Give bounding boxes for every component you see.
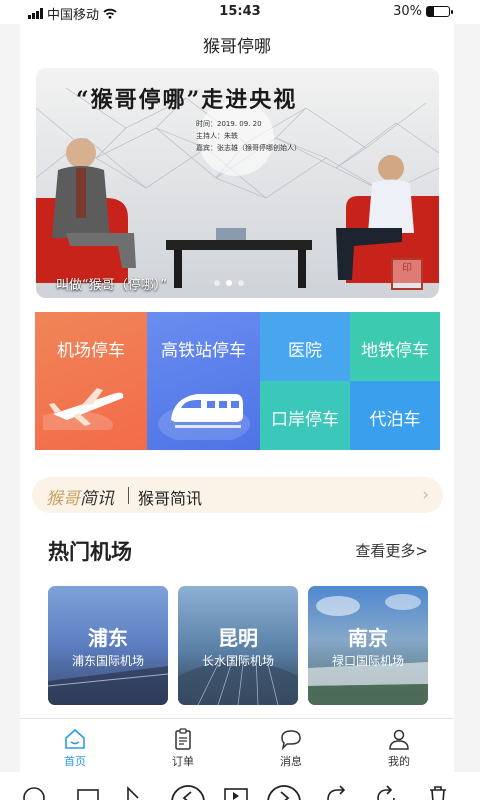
carousel-dots[interactable] (214, 280, 244, 286)
high-speed-train-icon (158, 394, 250, 440)
metro-parking-label: 地铁停车 (361, 341, 429, 361)
airport-parking-label: 机场停车 (57, 341, 125, 361)
clipboard-icon (175, 728, 191, 750)
news-brand-part2: 简讯 (80, 489, 114, 509)
carousel-dot[interactable] (226, 280, 232, 286)
hospital-parking-tile[interactable]: 医院 (260, 312, 350, 381)
news-text: 猴哥简讯 (138, 489, 203, 508)
seal-stamp: 印 (391, 258, 423, 290)
airport-city: 昆明 (218, 626, 258, 650)
bottom-tab-bar: 首页 订单 消息 我的 (20, 718, 454, 772)
banner-meta-line: 时间：2019. 09. 20 (196, 120, 262, 128)
back-icon[interactable] (170, 784, 206, 800)
airport-parking-tile[interactable]: 机场停车 (35, 312, 147, 450)
port-parking-tile[interactable]: 口岸停车 (260, 381, 350, 450)
airplane-icon (43, 388, 124, 430)
play-icon[interactable] (222, 784, 250, 800)
valet-parking-label: 代泊车 (369, 410, 421, 430)
banner-carousel[interactable]: “猴哥停哪”走进央视 时间：2019. 09. 20 主持人：朱轶 嘉宾：张志雄… (36, 68, 439, 298)
banner-headline: “猴哥停哪”走进央视 (76, 87, 298, 113)
banner-meta-line: 主持人：朱轶 (196, 132, 238, 140)
tab-home[interactable]: 首页 (45, 727, 105, 769)
airport-name: 长水国际机场 (201, 654, 274, 668)
fit-screen-icon[interactable] (76, 784, 100, 800)
news-brand-part1: 猴哥 (46, 489, 80, 509)
chevron-right-icon: › (422, 485, 429, 505)
airport-city: 浦东 (88, 626, 128, 650)
battery-percent: 30% (393, 4, 422, 19)
airport-card-pudong[interactable]: 浦东 浦东国际机场 (48, 586, 168, 705)
home-icon (65, 728, 85, 749)
news-brand: 猴哥简讯 (46, 484, 114, 509)
tab-messages[interactable]: 消息 (261, 727, 321, 769)
banner-meta-line: 嘉宾：张志雄（猴哥停哪创始人） (196, 144, 301, 152)
section-title: 热门机场 (48, 540, 132, 564)
tab-orders[interactable]: 订单 (153, 727, 213, 769)
tab-messages-label: 消息 (280, 755, 302, 768)
redo-icon[interactable] (324, 784, 348, 800)
airport-card-nanjing[interactable]: 南京 禄口国际机场 (308, 586, 428, 705)
browser-toolbar (0, 772, 480, 800)
rail-station-parking-tile[interactable]: 高铁站停车 (147, 312, 260, 450)
banner-meta: 时间：2019. 09. 20 主持人：朱轶 嘉宾：张志雄（猴哥停哪创始人） (196, 118, 301, 154)
battery-fill (427, 7, 434, 16)
page-title: 猴哥停哪 (203, 37, 271, 57)
user-icon (389, 729, 409, 750)
airport-name: 禄口国际机场 (331, 654, 404, 668)
battery-icon (426, 6, 453, 17)
carousel-dot[interactable] (214, 280, 220, 286)
service-grid: 机场停车 高铁站停车 医院 地铁停车 口岸停车 代泊车 (35, 312, 440, 450)
metro-parking-tile[interactable]: 地铁停车 (350, 312, 440, 381)
port-parking-label: 口岸停车 (271, 410, 339, 430)
status-right: 30% (393, 4, 453, 19)
see-more-link[interactable]: 查看更多> (355, 540, 428, 561)
hospital-parking-label: 医院 (288, 341, 322, 361)
valet-parking-tile[interactable]: 代泊车 (350, 381, 440, 450)
trash-icon[interactable] (426, 784, 450, 800)
news-bar[interactable]: 猴哥简讯 猴哥简讯 › (32, 477, 443, 513)
news-divider (128, 487, 129, 504)
chat-bubble-icon (281, 730, 301, 751)
airport-name: 浦东国际机场 (71, 654, 144, 668)
forward-icon[interactable] (266, 784, 302, 800)
tab-mine-label: 我的 (388, 755, 410, 768)
tab-home-label: 首页 (64, 755, 86, 768)
app-screen: 猴哥停哪 “猴哥停哪”走进央视 时间：2019. 09. 20 主持人：朱轶 嘉… (20, 24, 454, 772)
status-bar: 中国移动 15:43 30% (0, 0, 480, 24)
refresh-icon[interactable] (374, 784, 398, 800)
carousel-dot[interactable] (238, 280, 244, 286)
zoom-icon[interactable] (22, 784, 46, 800)
tab-mine[interactable]: 我的 (369, 727, 429, 769)
airport-card-kunming[interactable]: 昆明 长水国际机场 (178, 586, 298, 705)
rail-station-parking-label: 高铁站停车 (161, 341, 246, 361)
cursor-icon[interactable] (124, 784, 144, 800)
tab-orders-label: 订单 (172, 755, 194, 768)
banner-caption: 叫做“猴哥（停哪）” (56, 278, 167, 293)
airport-city: 南京 (348, 626, 388, 650)
